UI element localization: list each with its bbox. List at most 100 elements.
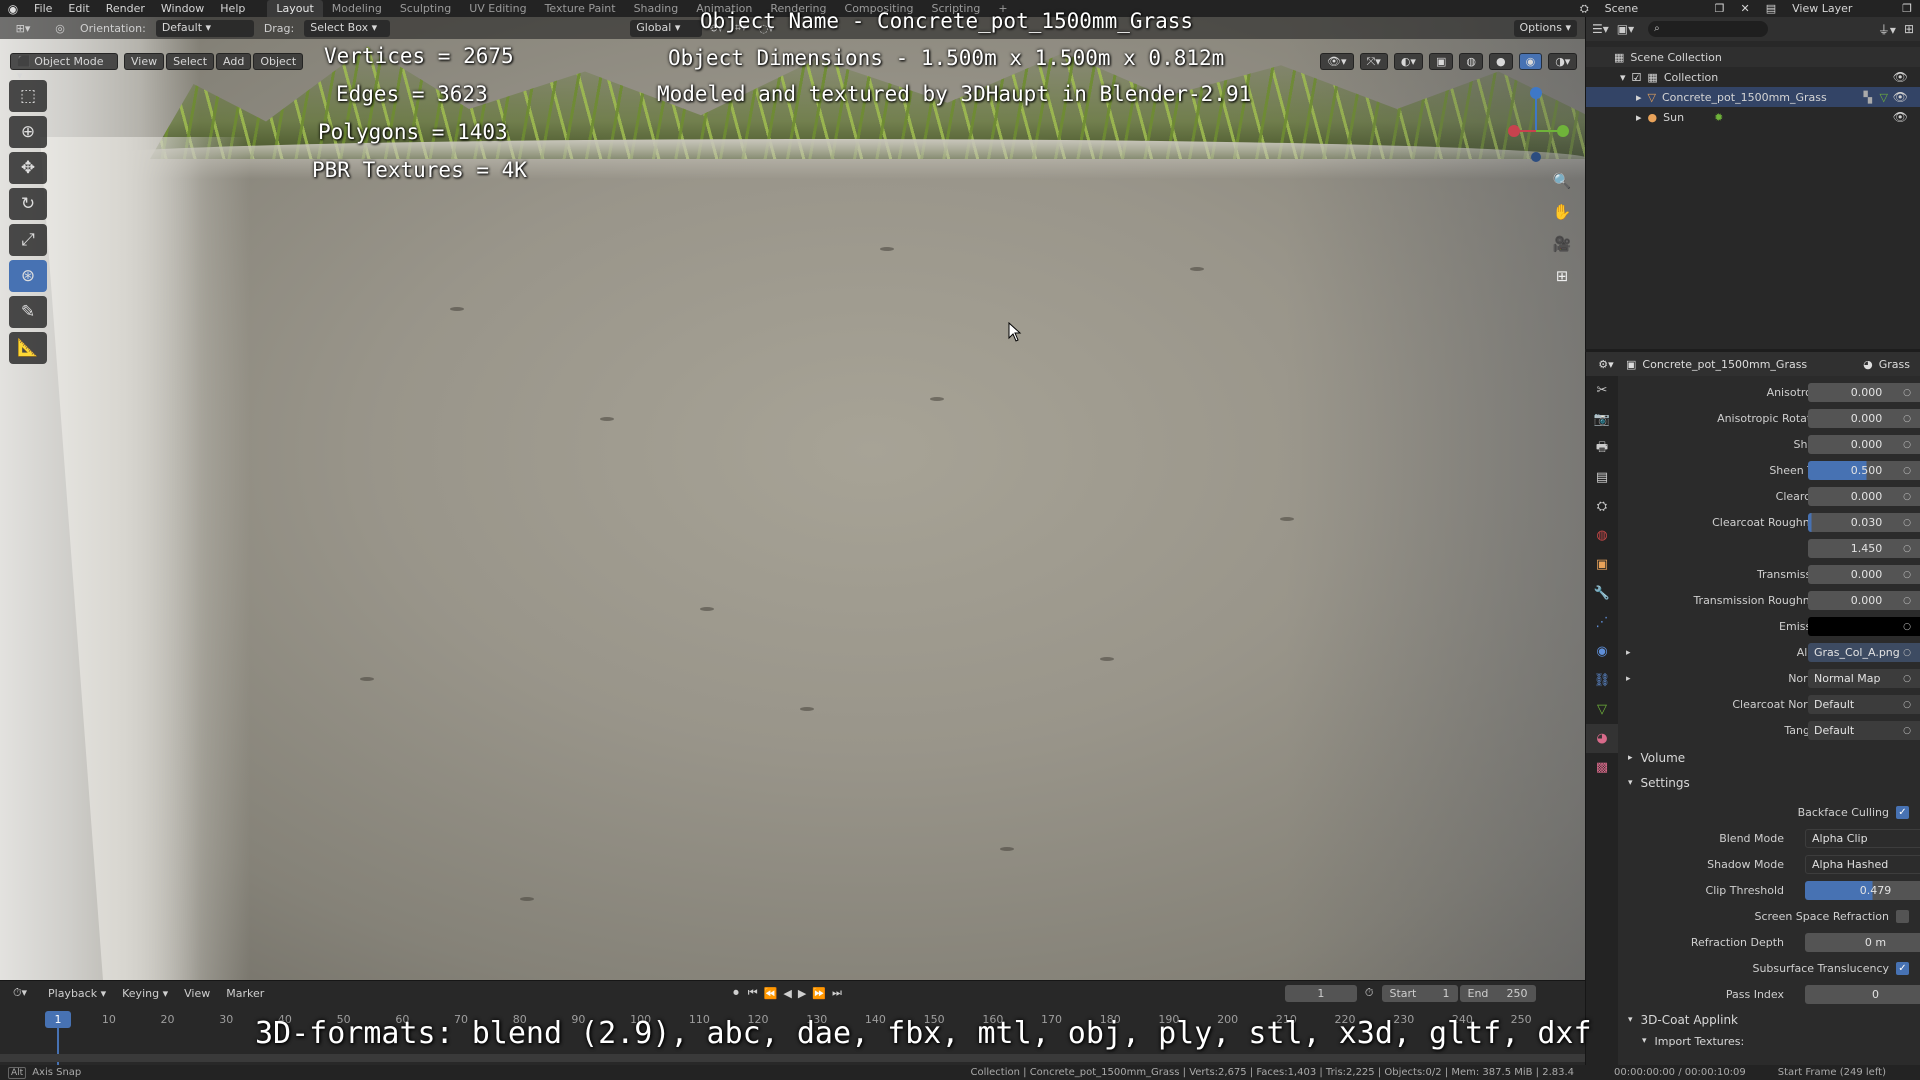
measure-tool-icon[interactable]: 📐 bbox=[9, 332, 47, 364]
material-preview-shading-icon[interactable]: ◉ bbox=[1518, 52, 1543, 70]
visibility-eye-icon[interactable]: 👁 bbox=[1893, 110, 1908, 124]
scene-close-icon[interactable]: ✕ bbox=[1733, 0, 1758, 17]
view-layer-icon[interactable]: ▤ bbox=[1758, 0, 1784, 17]
outliner-row-scene-collection[interactable]: ▦ Scene Collection bbox=[1586, 47, 1920, 67]
volume-panel-header[interactable]: ▸ Volume bbox=[1618, 746, 1920, 770]
outliner-row-pot[interactable]: ▸ ▽ Concrete_pot_1500mm_Grass ▚ ▽ 👁 bbox=[1586, 87, 1920, 107]
editor-type-icon[interactable]: ⊞▾ bbox=[0, 22, 46, 35]
physics-tab-icon[interactable]: ◉ bbox=[1586, 637, 1618, 666]
select-menu[interactable]: Select bbox=[166, 52, 215, 70]
properties-object-label[interactable]: Concrete_pot_1500mm_Grass bbox=[1642, 358, 1807, 371]
socket-dot-icon[interactable]: ○ bbox=[1903, 674, 1911, 684]
drag-dropdown[interactable]: Select Box ▾ bbox=[304, 19, 391, 37]
new-collection-icon[interactable]: ⊞ bbox=[1904, 22, 1914, 36]
add-menu[interactable]: Add bbox=[216, 52, 252, 70]
backface-culling-checkbox[interactable]: ✓ bbox=[1896, 806, 1909, 819]
gizmo-icon[interactable]: ⤧▾ bbox=[1359, 52, 1388, 70]
record-icon[interactable]: ⏺ bbox=[727, 986, 745, 1000]
socket-dot-icon[interactable]: ○ bbox=[1903, 726, 1911, 736]
start-frame-field[interactable]: Start 1 bbox=[1381, 984, 1458, 1002]
visibility-eye-icon[interactable]: 👁 bbox=[1893, 70, 1908, 84]
subsurface-checkbox[interactable]: ✓ bbox=[1896, 962, 1909, 975]
socket-dot-icon[interactable]: ○ bbox=[1903, 544, 1911, 554]
tool-tab-icon[interactable]: ✂ bbox=[1586, 376, 1618, 405]
tab-texture-paint[interactable]: Texture Paint bbox=[536, 0, 625, 17]
view-layer-selector[interactable]: View Layer bbox=[1784, 0, 1894, 17]
blender-logo-icon[interactable]: ◉ bbox=[0, 0, 26, 17]
current-frame-field[interactable]: 1 bbox=[1284, 984, 1357, 1002]
expand-arrow-icon[interactable]: ▸ bbox=[1626, 674, 1631, 684]
socket-dot-icon[interactable]: ○ bbox=[1903, 596, 1911, 606]
checkbox-icon[interactable]: ☑ bbox=[1632, 71, 1642, 84]
outliner-row-collection[interactable]: ▾ ☑ ▦ Collection 👁 bbox=[1586, 67, 1920, 87]
properties-material-label[interactable]: Grass bbox=[1879, 358, 1910, 371]
visibility-eye-icon[interactable]: 👁 bbox=[1893, 90, 1908, 104]
wireframe-shading-icon[interactable]: ◍ bbox=[1459, 52, 1483, 70]
particles-tab-icon[interactable]: ⋰ bbox=[1586, 608, 1618, 637]
solid-shading-icon[interactable]: ● bbox=[1488, 52, 1513, 70]
expand-arrow-icon[interactable]: ▸ bbox=[1636, 91, 1642, 104]
jump-key-forward-icon[interactable]: ⏩ bbox=[809, 987, 829, 1000]
scene-icon[interactable]: ⛭ bbox=[1572, 0, 1597, 17]
keying-menu[interactable]: Keying ▾ bbox=[114, 987, 176, 1000]
jump-start-icon[interactable]: ⏮ bbox=[745, 986, 761, 1000]
rendered-shading-icon[interactable]: ◑▾ bbox=[1548, 52, 1578, 70]
display-mode-icon[interactable]: ▣▾ bbox=[1617, 22, 1634, 36]
transform-tool-icon[interactable]: ⊛ bbox=[9, 260, 47, 292]
select-box-tool-icon[interactable]: ⬚ bbox=[9, 80, 47, 112]
visibility-icon[interactable]: 👁▾ bbox=[1320, 52, 1354, 70]
socket-dot-icon[interactable]: ○ bbox=[1903, 700, 1911, 710]
overlays-icon[interactable]: ◐▾ bbox=[1393, 52, 1423, 70]
ssr-checkbox[interactable] bbox=[1896, 910, 1909, 923]
expand-arrow-icon[interactable]: ▸ bbox=[1626, 648, 1631, 658]
pass-index-field[interactable]: 0 bbox=[1805, 985, 1920, 1004]
socket-dot-icon[interactable]: ○ bbox=[1903, 622, 1911, 632]
timeline-view-menu[interactable]: View bbox=[176, 987, 218, 1000]
scale-tool-icon[interactable]: ⤢ bbox=[9, 224, 47, 256]
tab-layout[interactable]: Layout bbox=[267, 0, 323, 17]
menu-edit[interactable]: Edit bbox=[60, 0, 97, 17]
orientation-dropdown[interactable]: Default ▾ bbox=[155, 19, 254, 37]
scene-selector[interactable]: Scene bbox=[1597, 0, 1707, 17]
render-tab-icon[interactable]: 📷 bbox=[1586, 405, 1618, 434]
outliner-row-sun[interactable]: ▸ ● Sun ✹ 👁 bbox=[1586, 107, 1920, 127]
play-reverse-icon[interactable]: ◀ bbox=[780, 987, 794, 1000]
import-textures-subpanel[interactable]: ▾ Import Textures: bbox=[1618, 1029, 1920, 1053]
tab-sculpting[interactable]: Sculpting bbox=[391, 0, 460, 17]
output-tab-icon[interactable]: 🖶 bbox=[1586, 434, 1618, 463]
world-tab-icon[interactable]: ◍ bbox=[1586, 521, 1618, 550]
camera-view-icon[interactable]: 🎥 bbox=[1548, 230, 1576, 258]
texture-tab-icon[interactable]: ▩ bbox=[1586, 753, 1618, 782]
menu-file[interactable]: File bbox=[26, 0, 60, 17]
move-tool-icon[interactable]: ✥ bbox=[9, 152, 47, 184]
socket-dot-icon[interactable]: ○ bbox=[1903, 570, 1911, 580]
settings-panel-header[interactable]: ▾ Settings bbox=[1618, 771, 1920, 795]
rotate-tool-icon[interactable]: ↻ bbox=[9, 188, 47, 220]
active-tool-icon[interactable]: ◎ bbox=[46, 22, 74, 35]
playhead[interactable]: 1 bbox=[45, 1011, 71, 1028]
3d-viewport[interactable] bbox=[0, 17, 1585, 980]
material-tab-icon[interactable]: ◕ bbox=[1586, 724, 1618, 753]
data-tab-icon[interactable]: ▽ bbox=[1586, 695, 1618, 724]
filter-icon[interactable]: ⏚▾ bbox=[1878, 21, 1896, 38]
outliner-editor-icon[interactable]: ☰▾ bbox=[1592, 22, 1609, 36]
menu-render[interactable]: Render bbox=[98, 0, 153, 17]
tab-uv-editing[interactable]: UV Editing bbox=[460, 0, 535, 17]
menu-help[interactable]: Help bbox=[212, 0, 253, 17]
marker-menu[interactable]: Marker bbox=[218, 987, 272, 1000]
play-icon[interactable]: ▶ bbox=[795, 987, 809, 1000]
expand-arrow-icon[interactable]: ▾ bbox=[1620, 71, 1626, 84]
modifier-tab-icon[interactable]: 🔧 bbox=[1586, 579, 1618, 608]
stopwatch-icon[interactable]: ⏱ bbox=[1357, 986, 1382, 1000]
clip-threshold-slider[interactable]: 0.479 bbox=[1805, 881, 1920, 900]
view-menu[interactable]: View bbox=[124, 52, 165, 70]
outliner-search-input[interactable]: ⌕ bbox=[1648, 21, 1769, 37]
socket-dot-icon[interactable]: ○ bbox=[1903, 388, 1911, 398]
xray-icon[interactable]: ▣ bbox=[1428, 52, 1454, 70]
jump-key-back-icon[interactable]: ⏪ bbox=[761, 987, 781, 1000]
constraints-tab-icon[interactable]: ⛓ bbox=[1586, 666, 1618, 695]
socket-dot-icon[interactable]: ○ bbox=[1903, 648, 1911, 658]
perspective-grid-icon[interactable]: ⊞ bbox=[1548, 262, 1576, 290]
tab-shading[interactable]: Shading bbox=[625, 0, 688, 17]
view-layer-copy-icon[interactable]: ❐ bbox=[1894, 0, 1920, 17]
